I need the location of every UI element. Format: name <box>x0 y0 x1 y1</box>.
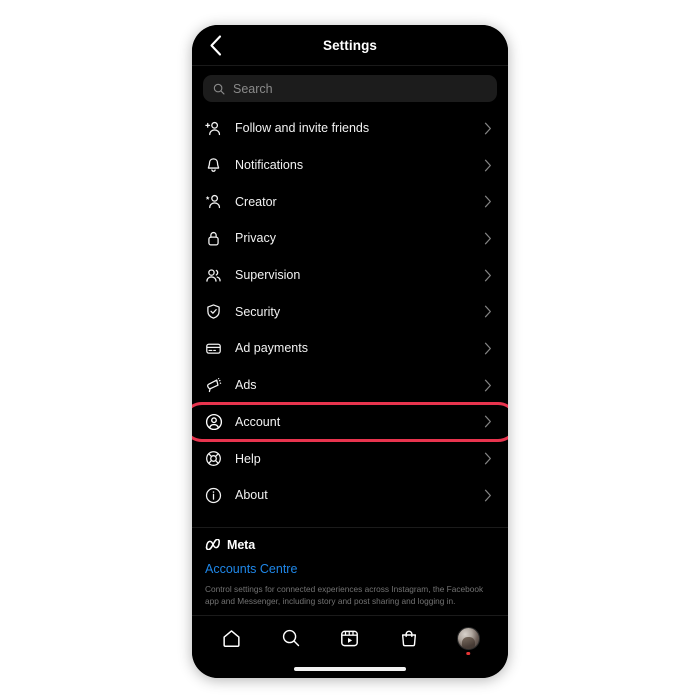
back-button[interactable] <box>200 30 230 60</box>
settings-row-label: Supervision <box>235 268 301 283</box>
chevron-right-icon <box>481 342 495 355</box>
reels-icon <box>339 628 360 649</box>
tab-profile[interactable] <box>446 620 490 656</box>
profile-avatar <box>456 626 480 650</box>
person-add-icon <box>205 120 231 137</box>
meta-accounts-centre-section: Meta Accounts Centre Control settings fo… <box>192 526 508 615</box>
chevron-right-icon <box>481 452 495 465</box>
page-title: Settings <box>322 37 378 53</box>
settings-row-help[interactable]: Help <box>192 440 508 477</box>
search-area: Search <box>192 66 508 110</box>
screen-header: Settings <box>192 25 508 66</box>
tab-home[interactable] <box>210 620 254 656</box>
lock-icon <box>205 230 231 247</box>
chevron-right-icon <box>481 232 495 245</box>
person-star-icon <box>205 193 231 210</box>
settings-row-account[interactable]: Account <box>192 401 508 443</box>
settings-row-notifications[interactable]: Notifications <box>192 147 508 184</box>
meta-brand: Meta <box>205 538 495 552</box>
credit-card-icon <box>205 340 231 357</box>
settings-row-label: Notifications <box>235 158 304 173</box>
chevron-left-icon <box>209 34 222 56</box>
chevron-right-icon <box>481 159 495 172</box>
accounts-centre-link[interactable]: Accounts Centre <box>205 562 297 576</box>
settings-list: Follow and invite friends Notifications … <box>192 110 508 527</box>
settings-row-follow-and-invite-friends[interactable]: Follow and invite friends <box>192 110 508 147</box>
meta-brand-label: Meta <box>227 537 256 552</box>
chevron-right-icon <box>481 195 495 208</box>
settings-row-label: Privacy <box>235 231 276 246</box>
phone-frame: Settings Search Follow and invite friend… <box>192 25 508 678</box>
lifebuoy-icon <box>205 450 231 467</box>
settings-row-ad-payments[interactable]: Ad payments <box>192 330 508 367</box>
megaphone-icon <box>205 377 231 394</box>
settings-row-label: Help <box>235 451 261 466</box>
tab-search[interactable] <box>269 620 313 656</box>
search-icon <box>213 83 225 95</box>
chevron-right-icon <box>481 269 495 282</box>
settings-row-creator[interactable]: Creator <box>192 183 508 220</box>
bell-icon <box>205 157 231 174</box>
settings-row-label: Ads <box>235 378 257 393</box>
person-circle-icon <box>205 413 231 431</box>
tab-reels[interactable] <box>328 620 372 656</box>
app-screen: Settings Search Follow and invite friend… <box>192 25 508 678</box>
screenshot-canvas: Settings Search Follow and invite friend… <box>0 0 700 700</box>
meta-infinity-icon <box>205 539 222 551</box>
settings-row-security[interactable]: Security <box>192 293 508 330</box>
search-input[interactable]: Search <box>203 75 497 102</box>
search-placeholder-text: Search <box>233 81 273 96</box>
settings-row-label: Ad payments <box>235 341 308 356</box>
settings-row-ads[interactable]: Ads <box>192 367 508 404</box>
settings-row-label: Security <box>235 304 281 319</box>
chevron-right-icon <box>481 305 495 318</box>
search-icon <box>281 628 301 648</box>
bottom-tab-bar <box>192 615 508 660</box>
chevron-right-icon <box>481 122 495 135</box>
info-circle-icon <box>205 487 231 504</box>
settings-row-privacy[interactable]: Privacy <box>192 220 508 257</box>
shield-check-icon <box>205 303 231 320</box>
settings-row-supervision[interactable]: Supervision <box>192 257 508 294</box>
settings-row-label: Follow and invite friends <box>235 121 370 136</box>
settings-row-label: Creator <box>235 194 277 209</box>
shop-bag-icon <box>399 628 419 649</box>
people-icon <box>205 267 231 284</box>
chevron-right-icon <box>481 379 495 392</box>
accounts-centre-description: Control settings for connected experienc… <box>205 583 484 606</box>
settings-row-label: About <box>235 488 268 503</box>
home-icon <box>221 628 242 649</box>
home-indicator-bar[interactable] <box>294 667 406 671</box>
settings-row-label: Account <box>235 414 281 429</box>
chevron-right-icon <box>481 415 495 428</box>
tab-shop[interactable] <box>387 620 431 656</box>
chevron-right-icon <box>481 489 495 502</box>
profile-notification-badge <box>466 651 471 655</box>
home-indicator-area <box>192 660 508 678</box>
settings-row-about[interactable]: About <box>192 477 508 514</box>
